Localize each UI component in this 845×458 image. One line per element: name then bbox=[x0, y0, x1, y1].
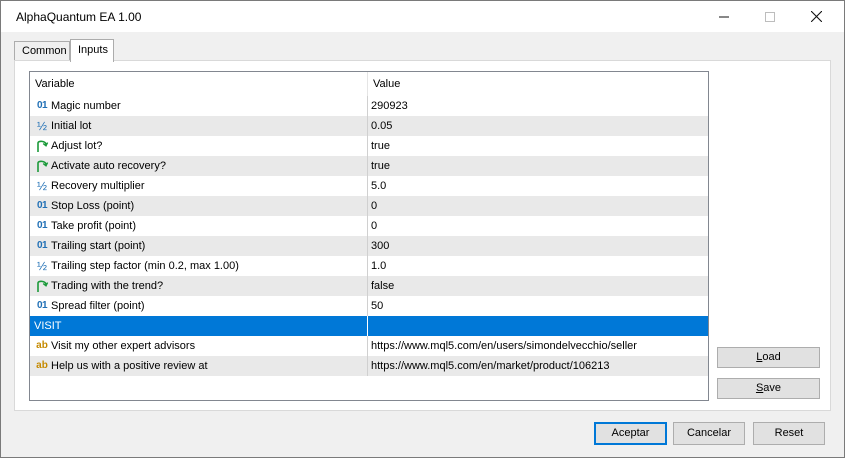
bool-icon bbox=[35, 159, 49, 173]
variable-name: Stop Loss (point) bbox=[51, 200, 135, 212]
bool-icon bbox=[35, 279, 49, 293]
variable-name: Recovery multiplier bbox=[51, 180, 145, 192]
window-title: AlphaQuantum EA 1.00 bbox=[16, 10, 142, 24]
variable-name: Activate auto recovery? bbox=[51, 160, 166, 172]
value-cell[interactable]: https://www.mql5.com/en/market/product/1… bbox=[368, 356, 708, 376]
variable-cell: Activate auto recovery? bbox=[30, 156, 368, 176]
save-button[interactable]: Save bbox=[717, 378, 820, 399]
grid-row[interactable]: Activate auto recovery? true bbox=[30, 156, 708, 176]
double-icon: ½ bbox=[36, 259, 47, 273]
variable-name: Visit my other expert advisors bbox=[51, 340, 196, 352]
grid-row[interactable]: 01 Take profit (point) 0 bbox=[30, 216, 708, 236]
title-bar[interactable]: AlphaQuantum EA 1.00 bbox=[1, 1, 844, 32]
variable-cell: Trading with the trend? bbox=[30, 276, 368, 296]
tab-common[interactable]: Common bbox=[14, 41, 70, 61]
int-icon: 01 bbox=[36, 240, 48, 251]
close-button[interactable] bbox=[793, 1, 839, 32]
double-icon: ½ bbox=[36, 119, 47, 133]
load-button-label: oad bbox=[762, 351, 781, 363]
variable-cell: 01 Magic number bbox=[30, 96, 368, 116]
grid-row[interactable]: 01 Spread filter (point) 50 bbox=[30, 296, 708, 316]
cancel-button[interactable]: Cancelar bbox=[673, 422, 745, 445]
variable-cell: 01 Trailing start (point) bbox=[30, 236, 368, 256]
variable-name: Trading with the trend? bbox=[51, 280, 164, 292]
value-cell[interactable]: true bbox=[368, 156, 708, 176]
grid-header: Variable Value bbox=[30, 72, 708, 96]
dialog-window: AlphaQuantum EA 1.00 Common Inputs Varia… bbox=[0, 0, 845, 458]
int-icon: 01 bbox=[36, 220, 48, 231]
bool-icon bbox=[35, 139, 49, 153]
variable-cell: ab Help us with a positive review at bbox=[30, 356, 368, 376]
inputs-panel: Variable Value 01 Magic number 290923 ½ Init… bbox=[14, 60, 831, 411]
minimize-button[interactable] bbox=[701, 1, 747, 32]
int-icon: 01 bbox=[36, 200, 48, 211]
value-cell[interactable]: 5.0 bbox=[368, 176, 708, 196]
grid-row[interactable]: ½ Recovery multiplier 5.0 bbox=[30, 176, 708, 196]
variable-name: Initial lot bbox=[51, 120, 92, 132]
value-cell[interactable]: 290923 bbox=[368, 96, 708, 116]
variable-name: Adjust lot? bbox=[51, 140, 103, 152]
grid-row[interactable]: 01 Stop Loss (point) 0 bbox=[30, 196, 708, 216]
value-cell[interactable]: 0 bbox=[368, 216, 708, 236]
minimize-icon bbox=[719, 16, 729, 17]
close-icon bbox=[810, 11, 822, 22]
grid-row[interactable]: ab Visit my other expert advisors https://… bbox=[30, 336, 708, 356]
maximize-button bbox=[747, 1, 793, 32]
load-button[interactable]: Load bbox=[717, 347, 820, 368]
grid-row[interactable]: 01 Trailing start (point) 300 bbox=[30, 236, 708, 256]
ok-button[interactable]: Aceptar bbox=[594, 422, 667, 445]
grid-row[interactable]: ab Help us with a positive review at https… bbox=[30, 356, 708, 376]
value-cell[interactable]: 0 bbox=[368, 196, 708, 216]
value-cell[interactable]: true bbox=[368, 136, 708, 156]
value-cell[interactable] bbox=[368, 316, 708, 336]
grid-row[interactable]: VISIT bbox=[30, 316, 708, 336]
maximize-icon bbox=[765, 11, 775, 22]
double-icon: ½ bbox=[36, 179, 47, 193]
column-header-variable[interactable]: Variable bbox=[30, 72, 368, 96]
string-icon: ab bbox=[36, 340, 48, 351]
variable-cell: ab Visit my other expert advisors bbox=[30, 336, 368, 356]
inputs-grid[interactable]: Variable Value 01 Magic number 290923 ½ Init… bbox=[29, 71, 709, 401]
int-icon: 01 bbox=[36, 100, 48, 111]
variable-cell: 01 Spread filter (point) bbox=[30, 296, 368, 316]
variable-cell: 01 Take profit (point) bbox=[30, 216, 368, 236]
variable-cell: ½ Initial lot bbox=[30, 116, 368, 136]
variable-name: Help us with a positive review at bbox=[51, 360, 208, 372]
value-cell[interactable]: false bbox=[368, 276, 708, 296]
variable-cell: ½ Trailing step factor (min 0.2, max 1.00… bbox=[30, 256, 368, 276]
variable-name: Spread filter (point) bbox=[51, 300, 145, 312]
grid-row[interactable]: ½ Trailing step factor (min 0.2, max 1.00… bbox=[30, 256, 708, 276]
save-button-label: ave bbox=[763, 382, 782, 394]
variable-name: Trailing start (point) bbox=[51, 240, 146, 252]
variable-name: Trailing step factor (min 0.2, max 1.00) bbox=[51, 260, 239, 272]
variable-name: VISIT bbox=[34, 320, 62, 332]
value-cell[interactable]: 1.0 bbox=[368, 256, 708, 276]
value-cell[interactable]: 0.05 bbox=[368, 116, 708, 136]
variable-cell: 01 Stop Loss (point) bbox=[30, 196, 368, 216]
value-cell[interactable]: 50 bbox=[368, 296, 708, 316]
grid-row[interactable]: ½ Initial lot 0.05 bbox=[30, 116, 708, 136]
variable-cell: ½ Recovery multiplier bbox=[30, 176, 368, 196]
grid-row[interactable]: Adjust lot? true bbox=[30, 136, 708, 156]
variable-name: Take profit (point) bbox=[51, 220, 136, 232]
value-cell[interactable]: https://www.mql5.com/en/users/simondelve… bbox=[368, 336, 708, 356]
variable-name: Magic number bbox=[51, 100, 121, 112]
grid-row[interactable]: 01 Magic number 290923 bbox=[30, 96, 708, 116]
int-icon: 01 bbox=[36, 300, 48, 311]
grid-row[interactable]: Trading with the trend? false bbox=[30, 276, 708, 296]
column-header-value[interactable]: Value bbox=[368, 72, 708, 96]
variable-cell: VISIT bbox=[30, 316, 368, 336]
value-cell[interactable]: 300 bbox=[368, 236, 708, 256]
string-icon: ab bbox=[36, 360, 48, 371]
tab-inputs[interactable]: Inputs bbox=[70, 39, 114, 62]
variable-cell: Adjust lot? bbox=[30, 136, 368, 156]
reset-button[interactable]: Reset bbox=[753, 422, 825, 445]
